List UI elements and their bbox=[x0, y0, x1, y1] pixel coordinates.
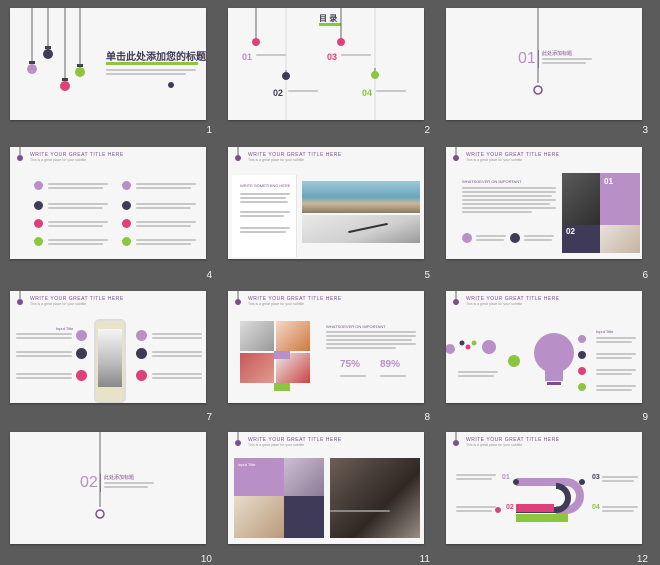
slide-number: 3 bbox=[642, 125, 648, 136]
step-number: 01 bbox=[502, 474, 510, 481]
phone-screen bbox=[98, 329, 122, 387]
slide-number: 11 bbox=[419, 554, 430, 565]
slide-thumbnail-11[interactable]: WRITE YOUR GREAT TITLE HERE This is a gr… bbox=[228, 432, 424, 544]
slide-subheader: This is a great place for your subtitle bbox=[30, 158, 87, 162]
step-number: 04 bbox=[592, 504, 600, 511]
agenda-text bbox=[376, 90, 406, 92]
slide-thumbnail-2[interactable]: 目 录 01 02 03 04 bbox=[228, 8, 424, 120]
slide-number: 9 bbox=[642, 412, 648, 423]
infographic-arrows bbox=[495, 478, 585, 522]
step-badge bbox=[76, 330, 87, 341]
slide-number: 5 bbox=[424, 270, 430, 281]
slide-thumbnail-7[interactable]: WRITE YOUR GREAT TITLE HERE This is a gr… bbox=[10, 291, 206, 403]
tile-title: Input Title bbox=[238, 462, 256, 467]
step-number: 02 bbox=[506, 504, 514, 511]
stat-value: 75% bbox=[340, 359, 361, 370]
slide-thumbnail-1[interactable]: 单击此处添加您的标题 bbox=[10, 8, 206, 120]
caption-box bbox=[274, 351, 290, 359]
step-number: 03 bbox=[592, 474, 600, 481]
agenda-lightbulbs bbox=[252, 8, 379, 120]
lightbulb-icon bbox=[533, 8, 543, 95]
slide-thumbnail-6[interactable]: WRITE YOUR GREAT TITLE HERE This is a gr… bbox=[446, 147, 642, 259]
panel-label: WRITE SOMETHING HERE bbox=[240, 183, 291, 188]
slide-subheader: This is a great place for your subtitle bbox=[466, 158, 523, 162]
facebook-icon bbox=[510, 233, 520, 243]
step-badge bbox=[136, 330, 147, 341]
feature-icon bbox=[34, 237, 43, 246]
lightbulb-icon bbox=[17, 291, 23, 305]
slide-thumbnail-8[interactable]: WRITE YOUR GREAT TITLE HERE This is a gr… bbox=[228, 291, 424, 403]
step-badge bbox=[76, 348, 87, 359]
point-title: Input Title bbox=[596, 329, 614, 334]
slide-number: 12 bbox=[636, 554, 648, 565]
slide-number: 8 bbox=[424, 412, 430, 423]
agenda-number: 01 bbox=[242, 52, 253, 62]
photo-desk bbox=[600, 225, 640, 253]
logo-icon bbox=[168, 82, 174, 88]
agenda-number: 02 bbox=[273, 88, 284, 98]
subtitle-line bbox=[106, 73, 186, 75]
slide-subheader: This is a great place for your subtitle bbox=[248, 302, 305, 306]
slide-number: 2 bbox=[424, 125, 430, 136]
step-title: Input Title bbox=[56, 326, 74, 331]
slide-thumbnail-3[interactable]: 01 此处添加标题 bbox=[446, 8, 642, 120]
slide-number: 7 bbox=[206, 412, 212, 423]
feature-icon bbox=[122, 219, 131, 228]
photo-gallery-item bbox=[240, 353, 274, 383]
slide-subheader: This is a great place for your subtitle bbox=[30, 302, 87, 306]
title-underline bbox=[106, 62, 198, 65]
agenda-text bbox=[288, 90, 318, 92]
photo-beach bbox=[302, 181, 420, 213]
slide-number: 1 bbox=[206, 125, 212, 136]
agenda-number: 04 bbox=[362, 88, 373, 98]
slide-subheader: This is a great place for your subtitle bbox=[248, 158, 305, 162]
highlight-number: 01 bbox=[604, 177, 613, 186]
twitter-icon bbox=[462, 233, 472, 243]
feature-icon bbox=[122, 201, 131, 210]
slide-number: 6 bbox=[642, 270, 648, 281]
lightbulb-icon bbox=[235, 432, 241, 446]
slide-number: 4 bbox=[206, 270, 212, 281]
slide-thumbnail-9[interactable]: WRITE YOUR GREAT TITLE HERE This is a gr… bbox=[446, 291, 642, 403]
text-tile bbox=[284, 496, 324, 538]
feature-icon bbox=[34, 219, 43, 228]
photo-laptop bbox=[330, 458, 420, 538]
photo-gallery-item bbox=[276, 321, 310, 351]
agenda-text bbox=[341, 54, 371, 56]
slide-number: 10 bbox=[200, 554, 212, 565]
photo-dark bbox=[562, 173, 600, 225]
feature-icon bbox=[122, 181, 131, 190]
slide-subheader: This is a great place for your subtitle bbox=[248, 443, 305, 447]
section-label: WHATSOEVER ON IMPORTANT bbox=[462, 179, 522, 184]
subtitle-line bbox=[106, 69, 196, 71]
feature-icon bbox=[34, 201, 43, 210]
photo-tile bbox=[234, 496, 284, 538]
slide-thumbnail-10[interactable]: 02 此处添加标题 bbox=[10, 432, 206, 544]
highlight-number: 02 bbox=[566, 227, 575, 236]
slide-thumbnail-12[interactable]: WRITE YOUR GREAT TITLE HERE This is a gr… bbox=[446, 432, 642, 544]
lightbulb-icon bbox=[17, 147, 23, 161]
step-badge bbox=[136, 348, 147, 359]
feature-icon bbox=[122, 237, 131, 246]
section-label: WHATSOEVER ON IMPORTANT bbox=[326, 324, 386, 329]
slide-thumbnail-4[interactable]: WRITE YOUR GREAT TITLE HERE This is a gr… bbox=[10, 147, 206, 259]
stat-value: 89% bbox=[380, 359, 401, 370]
photo-gallery-item bbox=[240, 321, 274, 351]
slide-thumbnail-5[interactable]: WRITE YOUR GREAT TITLE HERE This is a gr… bbox=[228, 147, 424, 259]
lightbulb-icon bbox=[235, 291, 241, 305]
lightbulb-icon bbox=[235, 147, 241, 161]
agenda-text bbox=[256, 54, 286, 56]
photo-tile bbox=[284, 458, 324, 496]
caption-box bbox=[274, 383, 290, 391]
step-badge bbox=[136, 370, 147, 381]
slide-title: 单击此处添加您的标题 bbox=[106, 52, 206, 63]
feature-icon bbox=[34, 181, 43, 190]
lightbulb-icon bbox=[453, 147, 459, 161]
lightbulb-icon bbox=[95, 432, 105, 519]
step-badge bbox=[76, 370, 87, 381]
agenda-number: 03 bbox=[327, 52, 338, 62]
